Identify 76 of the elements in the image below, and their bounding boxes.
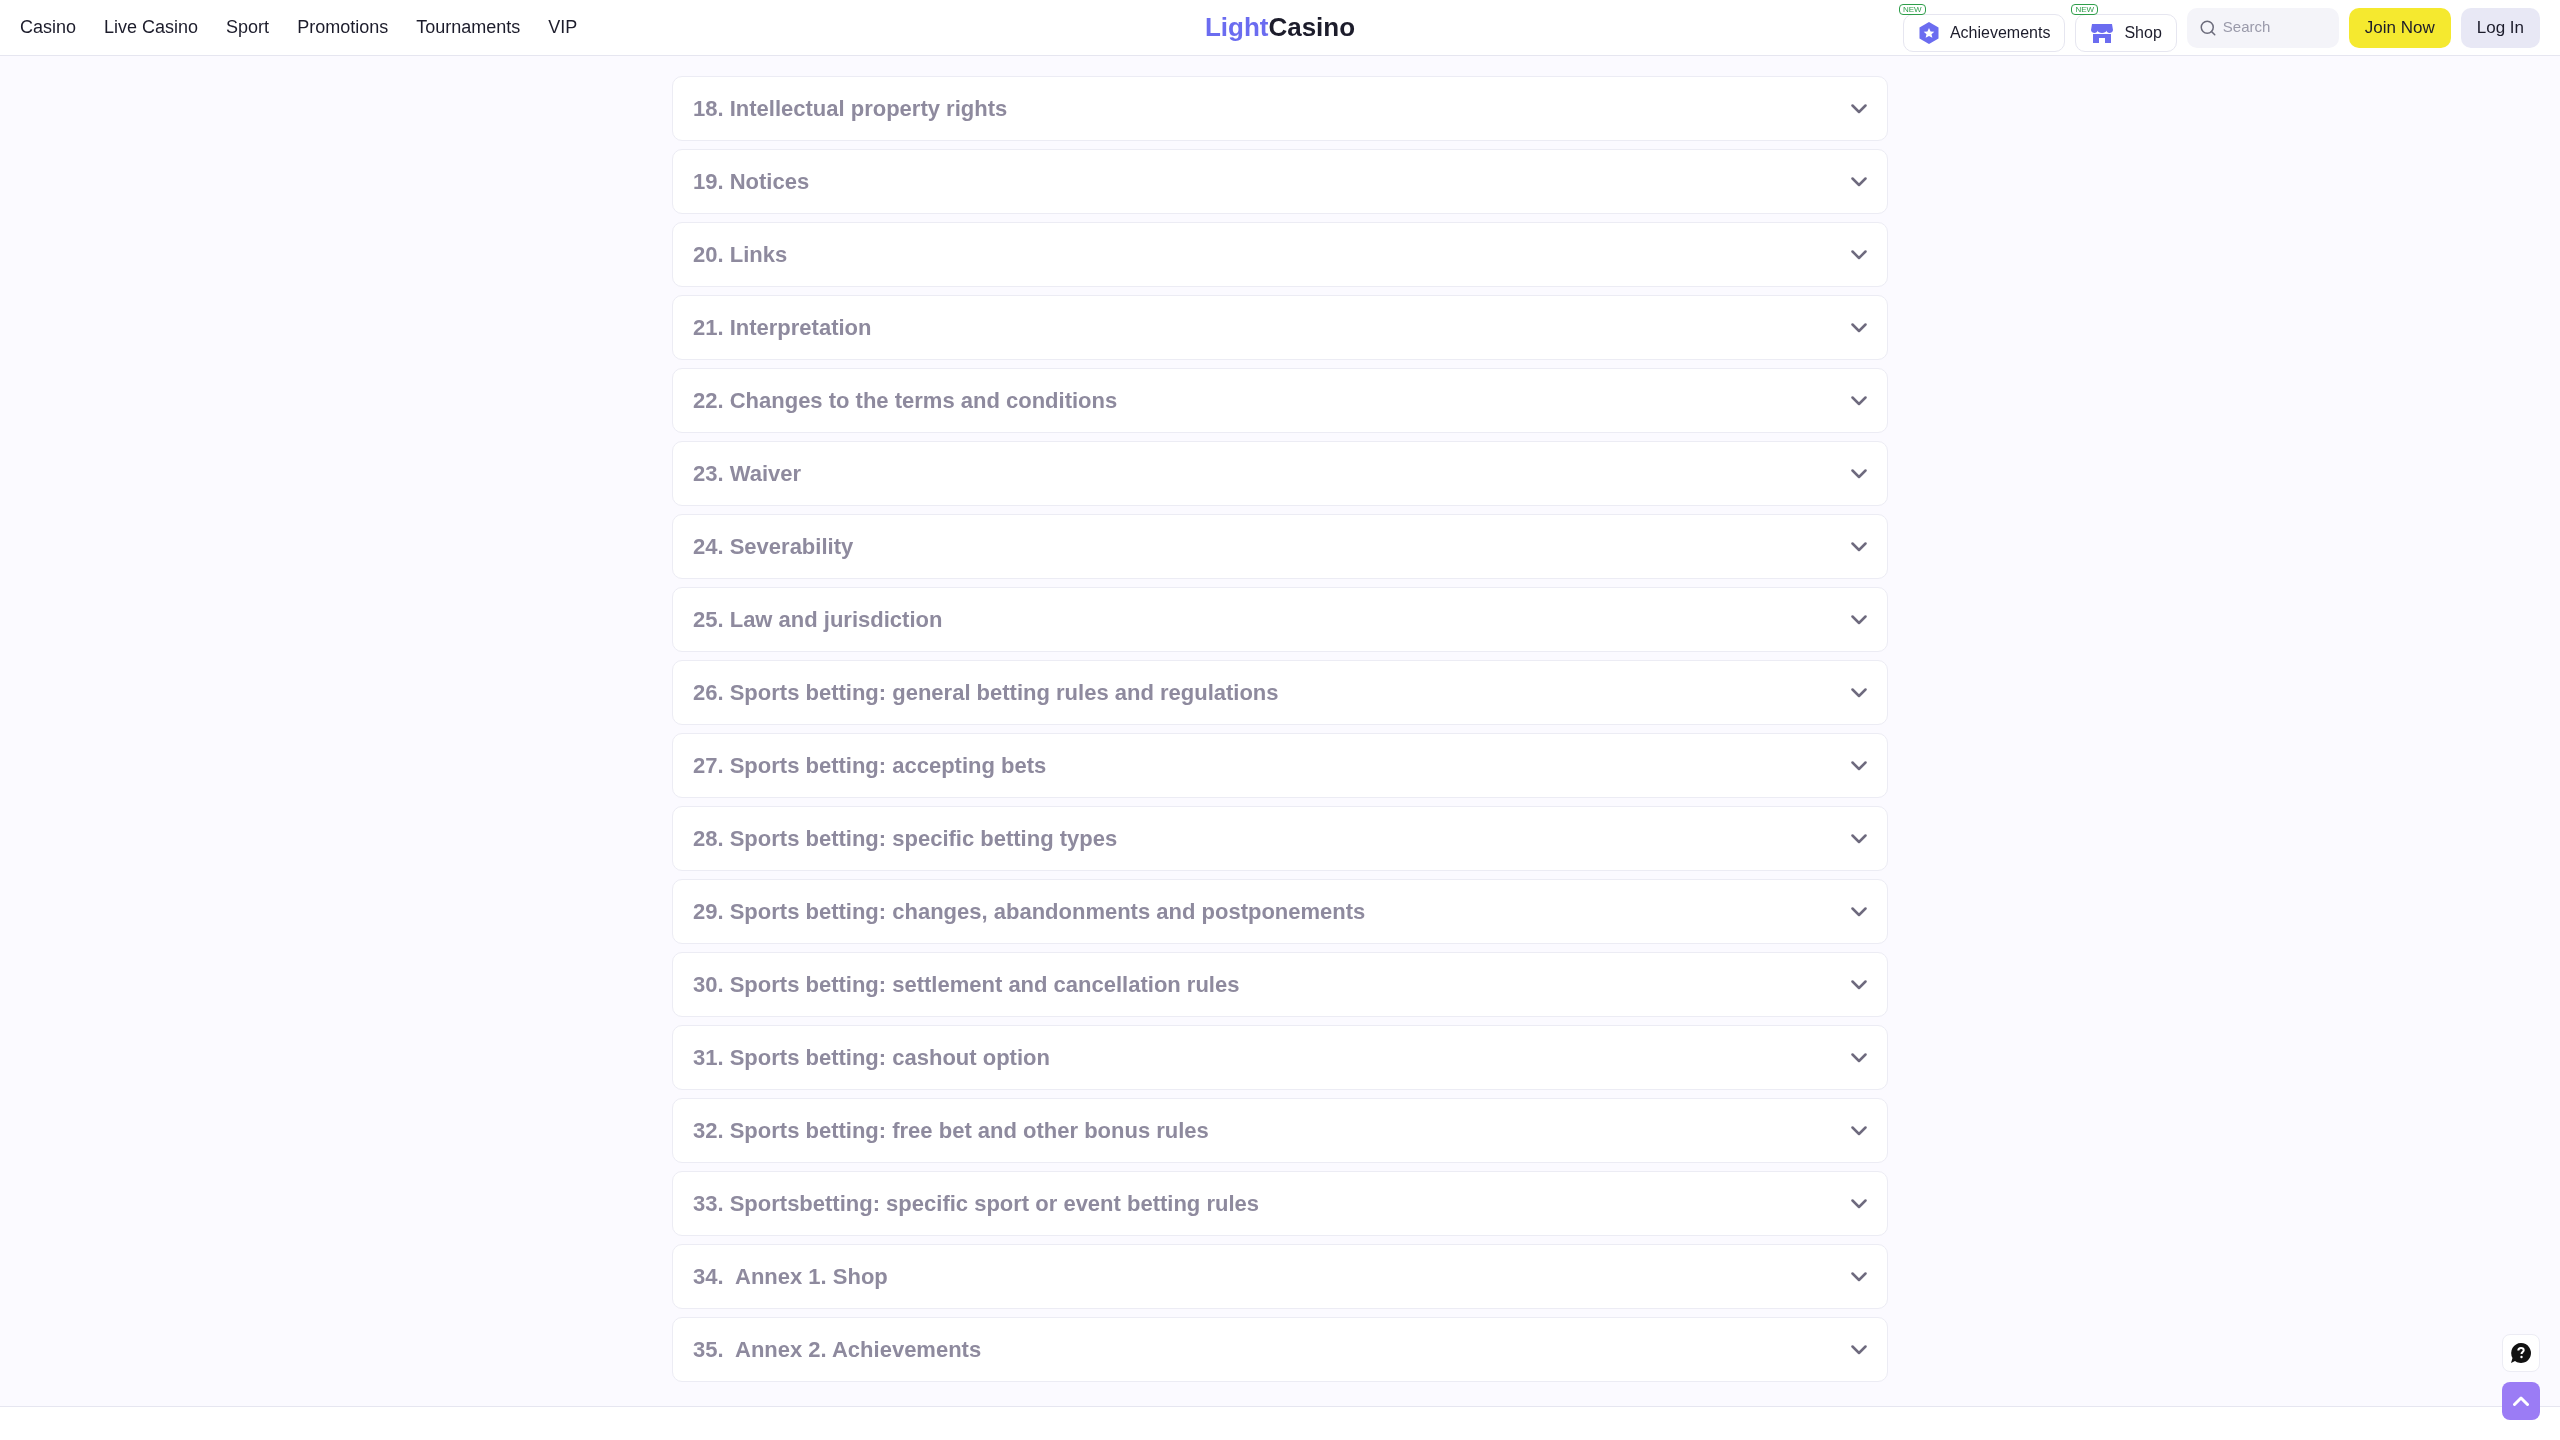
help-chat-button[interactable] — [2502, 1334, 2540, 1372]
shop-button[interactable]: Shop — [2075, 13, 2177, 52]
chevron-down-icon — [1851, 395, 1867, 406]
section-title: 26. Sports betting: general betting rules and regulations — [693, 679, 1279, 707]
section-title: 23. Waiver — [693, 460, 802, 488]
accordion-item[interactable]: 34. Annex 1. Shop — [672, 1244, 1888, 1309]
section-title: 20. Links — [693, 241, 788, 269]
nav-link[interactable]: Tournaments — [416, 14, 521, 41]
section-title: 31. Sports betting: cashout option — [693, 1044, 1050, 1072]
chevron-down-icon — [1851, 1125, 1867, 1136]
section-title: 30. Sports betting: settlement and cancellation rules — [693, 971, 1240, 999]
accordion-item[interactable]: 22. Changes to the terms and conditions — [672, 368, 1888, 433]
nav-link[interactable]: Sport — [226, 14, 270, 41]
chevron-down-icon — [1851, 979, 1867, 990]
accordion-item[interactable]: 25. Law and jurisdiction — [672, 587, 1888, 652]
accordion-item[interactable]: 19. Notices — [672, 149, 1888, 214]
accordion-item[interactable]: 32. Sports betting: free bet and other bonus rules — [672, 1098, 1888, 1163]
chevron-down-icon — [1851, 1271, 1867, 1282]
search-icon — [2198, 18, 2217, 37]
accordion-item[interactable]: 23. Waiver — [672, 441, 1888, 506]
search-input[interactable]: Search — [2222, 16, 2323, 39]
nav-link[interactable]: Casino — [20, 14, 77, 41]
achievements-button[interactable]: Achievements — [1902, 13, 2066, 52]
chevron-down-icon — [1851, 833, 1867, 844]
chevron-down-icon — [1851, 687, 1867, 698]
section-title: 22. Changes to the terms and conditions — [693, 387, 1118, 415]
chevron-down-icon — [1851, 1344, 1867, 1355]
nav-link[interactable]: Promotions — [297, 14, 389, 41]
question-bubble-icon — [2510, 1342, 2532, 1364]
section-title: 32. Sports betting: free bet and other bonus rules — [693, 1117, 1209, 1145]
chevron-down-icon — [1851, 541, 1867, 552]
section-title: 21. Interpretation — [693, 314, 872, 342]
accordion-item[interactable]: 35. Annex 2. Achievements — [672, 1317, 1888, 1382]
chevron-down-icon — [1851, 760, 1867, 771]
shop-icon — [2090, 21, 2115, 44]
site-logo[interactable]: LightCasino — [1204, 8, 1356, 47]
section-title: 28. Sports betting: specific betting types — [693, 825, 1118, 853]
accordion-item[interactable]: 31. Sports betting: cashout option — [672, 1025, 1888, 1090]
nav-link[interactable]: VIP — [548, 14, 578, 41]
accordion-item[interactable]: 30. Sports betting: settlement and cancellation rules — [672, 952, 1888, 1017]
star-badge-icon — [1917, 20, 1940, 45]
section-title: 33. Sportsbetting: specific sport or event betting rules — [693, 1190, 1259, 1218]
scroll-to-top-button[interactable] — [2502, 1382, 2540, 1420]
new-badge: NEW — [2071, 3, 2099, 15]
accordion-item[interactable]: 28. Sports betting: specific betting types — [672, 806, 1888, 871]
accordion-item[interactable]: 26. Sports betting: general betting rules and regulations — [672, 660, 1888, 725]
accordion-item[interactable]: 20. Links — [672, 222, 1888, 287]
chevron-down-icon — [1851, 906, 1867, 917]
section-title: 27. Sports betting: accepting bets — [693, 752, 1047, 780]
chevron-down-icon — [1851, 1052, 1867, 1063]
section-title: 29. Sports betting: changes, abandonments and postponements — [693, 898, 1366, 926]
chevron-down-icon — [1851, 1198, 1867, 1209]
chevron-down-icon — [1851, 322, 1867, 333]
accordion-item[interactable]: 29. Sports betting: changes, abandonments and postponements — [672, 879, 1888, 944]
join-now-button[interactable]: Join Now — [2348, 7, 2451, 48]
log-in-button[interactable]: Log In — [2460, 7, 2540, 48]
accordion-item[interactable]: 33. Sportsbetting: specific sport or event betting rules — [672, 1171, 1888, 1236]
section-title: 34. Annex 1. Shop — [693, 1263, 888, 1291]
chevron-down-icon — [1851, 176, 1867, 187]
section-title: 25. Law and jurisdiction — [693, 606, 943, 634]
search-field[interactable]: Search — [2186, 7, 2339, 48]
accordion-item[interactable]: 18. Intellectual property rights — [672, 76, 1888, 141]
chevron-down-icon — [1851, 249, 1867, 260]
chevron-up-icon — [2513, 1396, 2529, 1406]
nav-link[interactable]: Live Casino — [104, 14, 199, 41]
accordion-item[interactable]: 24. Severability — [672, 514, 1888, 579]
section-title: 19. Notices — [693, 168, 810, 196]
chevron-down-icon — [1851, 103, 1867, 114]
new-badge: NEW — [1898, 3, 1926, 15]
chevron-down-icon — [1851, 614, 1867, 625]
accordion-item[interactable]: 21. Interpretation — [672, 295, 1888, 360]
accordion-item[interactable]: 27. Sports betting: accepting bets — [672, 733, 1888, 798]
chevron-down-icon — [1851, 468, 1867, 479]
section-title: 35. Annex 2. Achievements — [693, 1336, 982, 1364]
section-title: 18. Intellectual property rights — [693, 95, 1008, 123]
section-title: 24. Severability — [693, 533, 854, 561]
